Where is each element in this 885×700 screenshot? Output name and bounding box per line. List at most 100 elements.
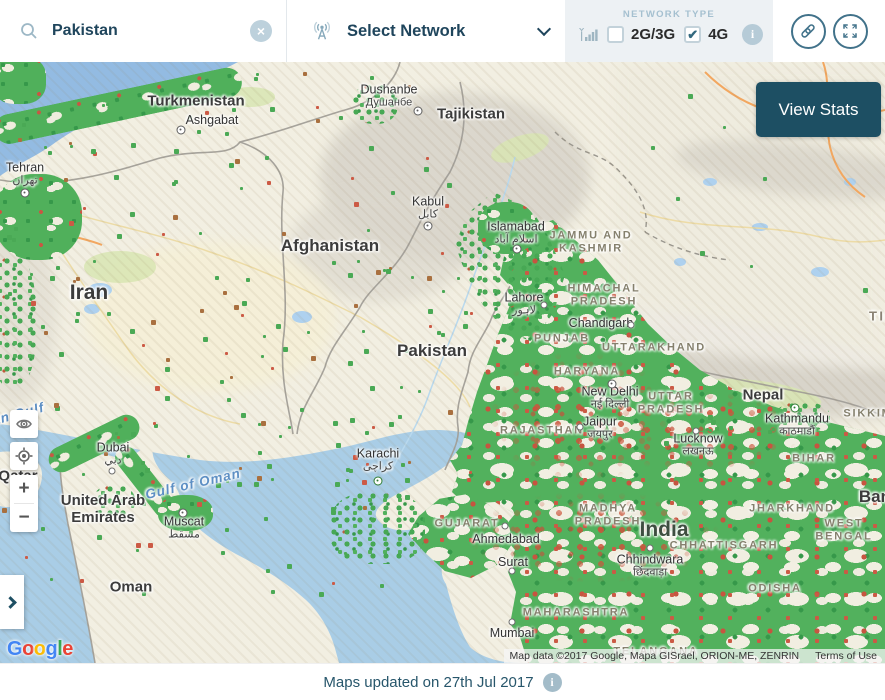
coverage-dot (241, 413, 246, 418)
coverage-dot (389, 422, 394, 427)
coverage-tehran (0, 174, 82, 260)
checkbox-checked[interactable] (684, 26, 701, 43)
coverage-dot (131, 143, 136, 148)
coverage-red-gujarat-mp (470, 492, 720, 582)
coverage-dot (216, 483, 221, 488)
coverage-dot (91, 149, 96, 154)
coverage-dot (141, 461, 145, 465)
eye-icon (15, 416, 33, 432)
coverage-dot (300, 408, 304, 412)
network-type-option-2g3g[interactable]: 2G/3G (607, 26, 675, 43)
coverage-dot (339, 116, 343, 120)
coverage-dot (700, 251, 705, 256)
coverage-dot (215, 276, 219, 280)
coverage-dot (271, 367, 274, 370)
coverage-dot (333, 421, 338, 426)
coverage-dot (350, 418, 355, 423)
coverage-dot (200, 309, 204, 313)
fullscreen-button[interactable] (833, 14, 868, 49)
coverage-dot (261, 421, 266, 426)
coverage-dot (69, 221, 74, 226)
coverage-dot (90, 291, 94, 295)
coverage-dot (174, 149, 179, 154)
coverage-dot (398, 415, 402, 419)
link-icon (798, 21, 818, 41)
topbar-actions (773, 0, 885, 62)
coverage-northwest-corner (0, 62, 46, 104)
share-link-button[interactable] (791, 14, 826, 49)
coverage-dot (64, 178, 68, 182)
coverage-dot (376, 94, 380, 98)
coverage-dot (441, 252, 444, 255)
chevron-right-icon (4, 596, 17, 609)
coverage-dot (199, 232, 202, 235)
coverage-dot (470, 312, 473, 315)
network-type-info-icon[interactable]: i (742, 24, 763, 45)
coverage-dot (332, 582, 335, 585)
marker-muscat (179, 509, 188, 518)
coverage-dot (316, 106, 319, 109)
coverage-dot (332, 261, 336, 265)
coverage-dot (56, 266, 60, 270)
marker-lucknow (693, 428, 700, 435)
coverage-dot (117, 436, 120, 439)
coverage-dot (349, 469, 353, 473)
view-stats-button[interactable]: View Stats (756, 82, 881, 137)
marker-jaipur (577, 424, 584, 431)
coverage-dot (711, 420, 716, 425)
coverage-dot (316, 119, 320, 123)
coverage-dot (267, 181, 271, 185)
signal-bars-icon (578, 26, 598, 43)
coverage-dot (197, 130, 201, 134)
coverage-dot (400, 386, 403, 389)
chevron-down-icon (537, 21, 551, 35)
coverage-dot (676, 197, 680, 201)
coverage-dot (220, 380, 224, 384)
coverage-dot (136, 543, 141, 548)
google-logo[interactable]: Google (7, 638, 73, 661)
coverage-dot (331, 507, 335, 511)
coverage-dot (401, 463, 405, 467)
coverage-dot (366, 463, 369, 466)
coverage-dot (263, 335, 266, 338)
coverage-dot (380, 584, 384, 588)
coverage-dot (142, 502, 146, 506)
coverage-dot (165, 396, 170, 401)
checkbox-unchecked[interactable] (607, 26, 624, 43)
zoom-out-button[interactable]: − (10, 504, 38, 532)
coverage-dot (370, 76, 374, 80)
coverage-dot (187, 455, 190, 458)
expand-panel-button[interactable] (0, 575, 24, 629)
network-select-label: Select Network (347, 22, 539, 41)
search-input[interactable] (50, 21, 250, 41)
network-select-dropdown[interactable]: Select Network (287, 0, 565, 62)
coverage-dot (223, 291, 227, 295)
marker-new-delhi (608, 380, 617, 389)
zoom-controls: + − (10, 475, 38, 532)
zoom-in-button[interactable]: + (10, 475, 38, 503)
terms-of-use-link[interactable]: Terms of Use (807, 649, 885, 663)
coverage-map[interactable]: View Stats + − Google Map (0, 62, 885, 663)
coverage-dot (41, 527, 45, 531)
coverage-dot (115, 432, 118, 435)
my-location-button[interactable] (10, 442, 38, 470)
toggle-overlay-button[interactable] (10, 410, 38, 438)
coverage-dot (464, 311, 468, 315)
coverage-dot (229, 163, 234, 168)
coverage-dot (142, 344, 145, 347)
coverage-dot (246, 278, 250, 282)
coverage-dot (148, 543, 153, 548)
clear-search-icon[interactable]: × (250, 20, 272, 42)
coverage-dot (70, 145, 73, 148)
network-type-section: NETWORK TYPE 2G/3G4G i (565, 0, 773, 62)
coverage-dot (276, 324, 281, 329)
coverage-dot (370, 386, 375, 391)
coverage-dot (76, 277, 80, 281)
checkbox-label: 4G (708, 26, 728, 43)
coverage-dot (22, 123, 26, 127)
coverage-dot (205, 111, 209, 115)
coverage-dot (221, 551, 225, 555)
maps-updated-info-icon[interactable]: i (543, 673, 562, 692)
network-type-option-4g[interactable]: 4G (684, 26, 728, 43)
coverage-dot (282, 232, 286, 236)
